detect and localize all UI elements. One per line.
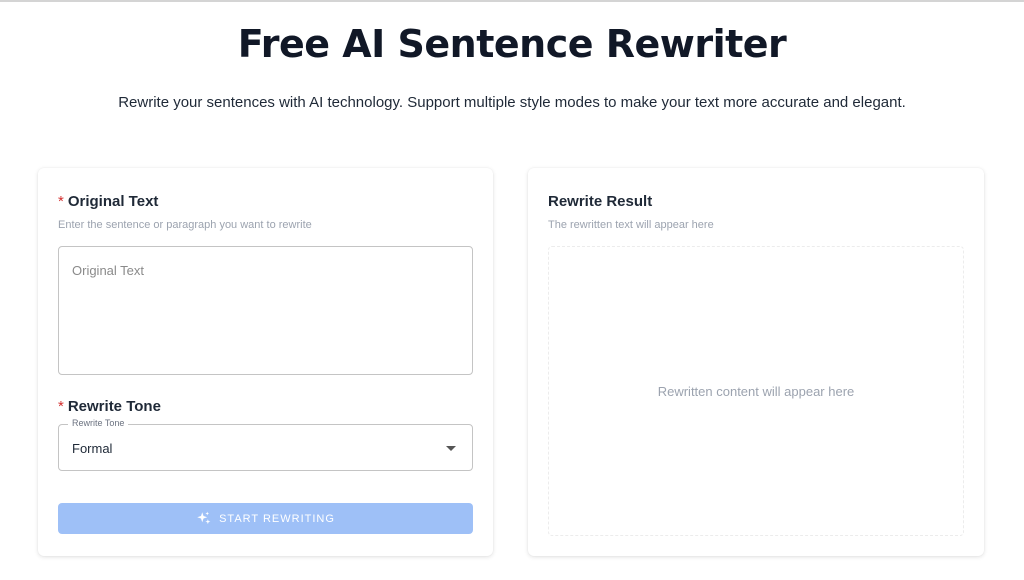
- result-card: Rewrite Result The rewritten text will a…: [528, 168, 984, 556]
- original-text-input[interactable]: Original Text: [58, 246, 473, 375]
- rewrite-result-output: Rewritten content will appear here: [548, 246, 964, 536]
- rewrite-result-hint: The rewritten text will appear here: [548, 219, 714, 231]
- rewrite-result-placeholder: Rewritten content will appear here: [657, 383, 855, 399]
- page-title: Free AI Sentence Rewriter: [237, 22, 787, 66]
- original-text-label-text: Original Text: [67, 193, 159, 210]
- required-mark: *: [58, 398, 64, 415]
- start-rewriting-button[interactable]: START REWRITING: [58, 503, 473, 534]
- rewrite-tone-label: * Rewrite Tone: [58, 398, 161, 415]
- page-subtitle: Rewrite your sentences with AI technolog…: [118, 94, 906, 111]
- rewrite-tone-field-label: Rewrite Tone: [68, 418, 129, 428]
- chevron-down-icon: [446, 446, 456, 451]
- rewrite-tone-value: Formal: [72, 441, 113, 456]
- rewrite-tone-select[interactable]: Rewrite Tone Formal: [58, 418, 473, 471]
- top-divider: [0, 0, 1024, 2]
- original-text-hint: Enter the sentence or paragraph you want…: [58, 219, 312, 231]
- input-card: * Original Text Enter the sentence or par…: [38, 168, 493, 556]
- original-text-placeholder: Original Text: [72, 263, 145, 278]
- rewrite-tone-label-text: Rewrite Tone: [67, 398, 161, 415]
- sparkle-icon: [197, 511, 211, 525]
- required-mark: *: [58, 193, 64, 210]
- original-text-label: * Original Text: [58, 193, 158, 210]
- rewrite-result-label: Rewrite Result: [548, 193, 653, 210]
- start-rewriting-label: START REWRITING: [219, 512, 335, 525]
